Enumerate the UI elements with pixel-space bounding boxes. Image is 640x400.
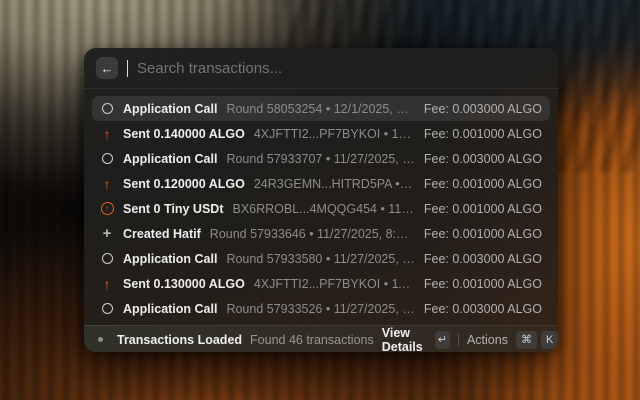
- transaction-fee-label: Fee: 0.001000 ALGO: [424, 227, 542, 241]
- transaction-detail-label: Round 57933580 • 11/27/2025, 8:23:43 PM: [226, 252, 414, 266]
- footer-bar: Transactions Loaded Found 46 transaction…: [84, 325, 558, 352]
- back-button[interactable]: ←: [96, 57, 118, 79]
- transaction-type-label: Application Call: [123, 152, 217, 166]
- transaction-fee-label: Fee: 0.003000 ALGO: [424, 152, 542, 166]
- arrow-up-icon: ↑: [104, 177, 111, 191]
- footer-actions: View Details ↵ Actions ⌘K: [382, 326, 558, 353]
- status-subtitle: Found 46 transactions: [250, 333, 374, 347]
- arrow-up-circle-icon: ↑: [101, 202, 114, 215]
- desktop: ← Application Call Round 58053254 • 12/1…: [0, 0, 640, 400]
- command-palette-window: ← Application Call Round 58053254 • 12/1…: [84, 48, 558, 352]
- transaction-row[interactable]: ↑ Sent 0.140000 ALGO 4XJFTTI2...PF7BYKOI…: [92, 121, 550, 146]
- transaction-type-label: Sent 0.140000 ALGO: [123, 127, 245, 141]
- key-k: K: [541, 331, 558, 349]
- transaction-row[interactable]: + Created Hatif Round 57933646 • 11/27/2…: [92, 221, 550, 246]
- command-key-icon: ⌘: [516, 331, 537, 349]
- transaction-row[interactable]: Application Call Round 57933526 • 11/27/…: [92, 296, 550, 321]
- transaction-fee-label: Fee: 0.001000 ALGO: [424, 277, 542, 291]
- text-caret: [127, 60, 128, 77]
- transaction-fee-label: Fee: 0.001000 ALGO: [424, 202, 542, 216]
- footer-divider: [458, 334, 459, 346]
- transaction-type-label: Application Call: [123, 302, 217, 316]
- search-input[interactable]: [137, 60, 546, 77]
- status-dot-icon: [98, 337, 103, 342]
- actions-button[interactable]: Actions: [467, 333, 508, 347]
- transaction-list: Application Call Round 58053254 • 12/1/2…: [84, 89, 558, 325]
- transaction-detail-label: Round 57933707 • 11/27/2025, 8:29:22 PM: [226, 152, 414, 166]
- circle-icon: [102, 103, 113, 114]
- circle-icon: [102, 253, 113, 264]
- plus-icon: +: [103, 226, 112, 241]
- transaction-detail-label: Round 58053254 • 12/1/2025, 1:17:59 PM: [226, 102, 414, 116]
- actions-shortcut-keys: ⌘K: [516, 331, 558, 349]
- arrow-up-icon: ↑: [104, 127, 111, 141]
- transaction-type-label: Sent 0 Tiny USDt: [123, 202, 223, 216]
- enter-key-icon: ↵: [435, 331, 451, 349]
- back-arrow-icon: ←: [101, 62, 114, 75]
- transaction-row[interactable]: ↑ Sent 0 Tiny USDt BX6RROBL...4MQQG454 •…: [92, 196, 550, 221]
- transaction-type-label: Sent 0.120000 ALGO: [123, 177, 245, 191]
- transaction-detail-label: 4XJFTTI2...PF7BYKOI • 11/27/2025, 8:23:4…: [254, 277, 415, 291]
- transaction-detail-label: 4XJFTTI2...PF7BYKOI • 12/1/2025, 1:17:59…: [254, 127, 415, 141]
- view-details-button[interactable]: View Details: [382, 326, 427, 353]
- circle-icon: [102, 153, 113, 164]
- transaction-detail-label: Round 57933646 • 11/27/2025, 8:26:39 PM: [210, 227, 415, 241]
- transaction-detail-label: 24R3GEMN...HITRD5PA • 11/27/2025, 8:29:2…: [254, 177, 415, 191]
- status-title: Transactions Loaded: [117, 333, 242, 347]
- transaction-row[interactable]: ↑ Sent 0.120000 ALGO 24R3GEMN...HITRD5PA…: [92, 171, 550, 196]
- transaction-detail-label: Round 57933526 • 11/27/2025, 8:21:20 PM: [226, 302, 414, 316]
- transaction-row[interactable]: Application Call Round 57933707 • 11/27/…: [92, 146, 550, 171]
- transaction-fee-label: Fee: 0.003000 ALGO: [424, 302, 542, 316]
- transaction-fee-label: Fee: 0.003000 ALGO: [424, 102, 542, 116]
- transaction-type-label: Application Call: [123, 102, 217, 116]
- search-bar: ←: [84, 48, 558, 89]
- circle-icon: [102, 303, 113, 314]
- transaction-type-label: Created Hatif: [123, 227, 201, 241]
- transaction-row[interactable]: Application Call Round 57933580 • 11/27/…: [92, 246, 550, 271]
- transaction-fee-label: Fee: 0.003000 ALGO: [424, 252, 542, 266]
- transaction-row[interactable]: Application Call Round 58053254 • 12/1/2…: [92, 96, 550, 121]
- transaction-row[interactable]: ↑ Sent 0.130000 ALGO 4XJFTTI2...PF7BYKOI…: [92, 271, 550, 296]
- transaction-type-label: Application Call: [123, 252, 217, 266]
- transaction-fee-label: Fee: 0.001000 ALGO: [424, 127, 542, 141]
- transaction-fee-label: Fee: 0.001000 ALGO: [424, 177, 542, 191]
- transaction-type-label: Sent 0.130000 ALGO: [123, 277, 245, 291]
- transaction-detail-label: BX6RROBL...4MQQG454 • 11/27/2025, 8:29:1…: [232, 202, 414, 216]
- arrow-up-icon: ↑: [104, 277, 111, 291]
